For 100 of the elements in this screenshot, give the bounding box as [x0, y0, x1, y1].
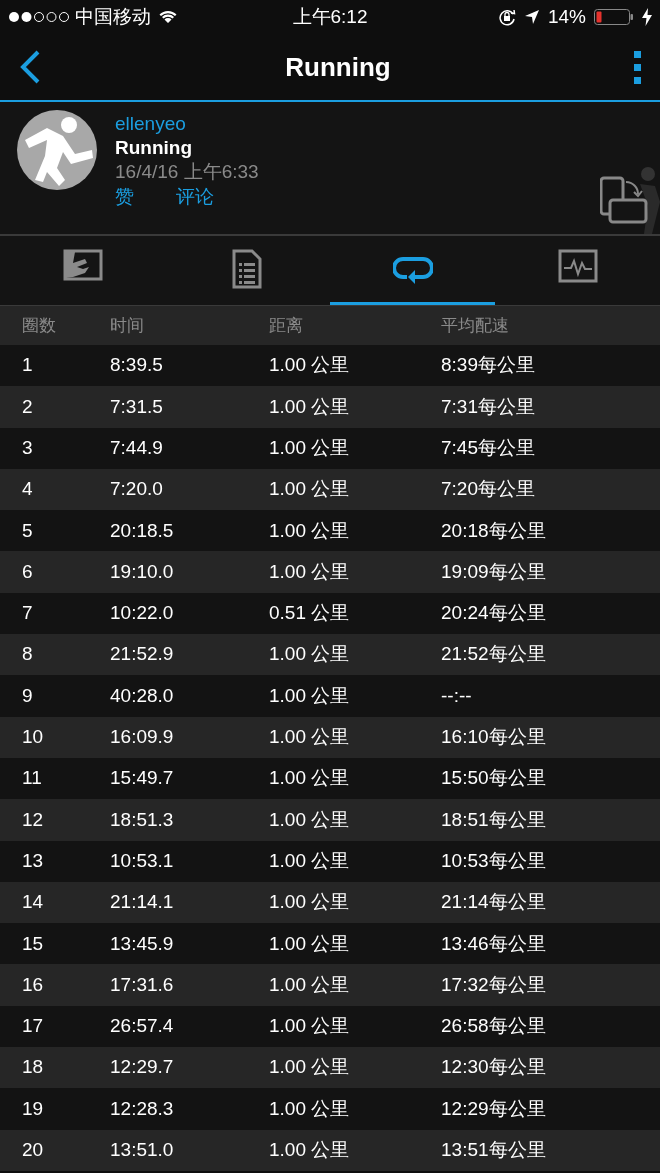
- table-cell: 7:31.5: [110, 395, 163, 417]
- table-cell: 1.00 公里: [269, 932, 350, 954]
- table-cell: 1.00 公里: [269, 437, 350, 458]
- table-cell: 17: [22, 1015, 44, 1037]
- table-cell: 5: [22, 519, 33, 541]
- table-cell: 1.00 公里: [269, 684, 350, 706]
- table-cell: 1: [22, 354, 33, 376]
- table-cell: --:--: [441, 684, 472, 706]
- charging-bolt-icon: [642, 8, 652, 26]
- table-cell: 1.00 公里: [269, 808, 350, 830]
- battery-icon: [594, 8, 634, 26]
- column-header: 平均配速: [441, 315, 509, 335]
- table-cell: 12:30每公里: [441, 1056, 546, 1078]
- table-cell: 9: [22, 684, 33, 706]
- signal-icon: [8, 11, 70, 23]
- column-header: 时间: [110, 315, 144, 335]
- table-cell: 20:18.5: [110, 519, 174, 541]
- table-cell: 12:28.3: [110, 1097, 174, 1119]
- wifi-icon: [159, 10, 177, 24]
- table-cell: 1.00 公里: [269, 643, 350, 665]
- table-cell: 0.51 公里: [269, 602, 350, 624]
- table-cell: 20: [22, 1139, 44, 1161]
- battery-percentage: 14%: [547, 4, 586, 29]
- comment-link[interactable]: 评论: [176, 184, 214, 210]
- activity-type: Running: [115, 136, 194, 160]
- table-cell: 1.00 公里: [269, 1139, 350, 1161]
- table-cell: 18:51.3: [110, 808, 174, 830]
- carrier-name: 中国移动: [75, 4, 151, 29]
- table-cell: 13:46每公里: [441, 932, 546, 954]
- table-cell: 40:28.0: [110, 684, 174, 706]
- table-cell: 3: [22, 437, 33, 458]
- table-cell: 13:45.9: [110, 932, 174, 954]
- like-link[interactable]: 赞: [115, 184, 134, 210]
- table-cell: 19: [22, 1097, 44, 1119]
- username-link[interactable]: ellenyeo: [115, 112, 259, 136]
- table-cell: 1.00 公里: [269, 726, 350, 748]
- more-options-icon[interactable]: [634, 50, 642, 84]
- table-cell: 1.00 公里: [269, 519, 350, 541]
- table-cell: 8:39.5: [110, 354, 163, 376]
- table-cell: 10:53每公里: [441, 849, 546, 871]
- table-cell: 1.00 公里: [269, 973, 350, 995]
- table-cell: 2: [22, 395, 33, 417]
- table-cell: 4: [22, 478, 33, 500]
- column-header: 距离: [269, 315, 303, 335]
- table-cell: 1.00 公里: [269, 849, 350, 871]
- table-cell: 1.00 公里: [269, 560, 350, 582]
- rotation-lock-icon: [497, 8, 516, 26]
- table-cell: 7:31每公里: [441, 395, 535, 417]
- table-cell: 1.00 公里: [269, 478, 350, 500]
- table-cell: 13: [22, 849, 44, 871]
- table-cell: 18:51每公里: [441, 808, 546, 830]
- table-cell: 21:52每公里: [441, 643, 546, 665]
- table-cell: 26:57.4: [110, 1015, 174, 1037]
- table-cell: 7:44.9: [110, 437, 163, 458]
- table-cell: 10:53.1: [110, 849, 174, 871]
- activity-date: 16/4/16 上午6:33: [115, 160, 259, 184]
- table-cell: 26:58每公里: [441, 1015, 546, 1037]
- table-cell: 8: [22, 643, 33, 665]
- table-cell: 20:18每公里: [441, 519, 546, 541]
- avatar-running-icon: [17, 110, 97, 190]
- column-header: 圈数: [22, 315, 56, 335]
- table-cell: 12:29.7: [110, 1056, 174, 1078]
- table-cell: 17:32每公里: [441, 973, 546, 995]
- table-cell: 16: [22, 973, 44, 995]
- table-cell: 7:20.0: [110, 478, 163, 500]
- table-cell: 19:10.0: [110, 560, 174, 582]
- table-cell: 14: [22, 891, 44, 913]
- table-cell: 12:29每公里: [441, 1097, 546, 1119]
- table-cell: 15: [22, 932, 44, 954]
- table-cell: 16:10每公里: [441, 726, 546, 748]
- table-cell: 21:14.1: [110, 891, 174, 913]
- table-cell: 1.00 公里: [269, 395, 350, 417]
- table-cell: 10:22.0: [110, 602, 174, 624]
- location-arrow-icon: [523, 9, 540, 25]
- table-cell: 18: [22, 1056, 44, 1078]
- table-cell: 16:09.9: [110, 726, 174, 748]
- table-cell: 13:51每公里: [441, 1139, 546, 1161]
- table-cell: 1.00 公里: [269, 1097, 350, 1119]
- table-cell: 21:14每公里: [441, 891, 546, 913]
- table-cell: 19:09每公里: [441, 560, 546, 582]
- table-cell: 7:45每公里: [441, 437, 535, 458]
- page-title: Running: [285, 50, 391, 84]
- table-cell: 17:31.6: [110, 973, 174, 995]
- table-cell: 7:20每公里: [441, 478, 535, 500]
- table-cell: 12: [22, 808, 44, 830]
- table-cell: 20:24每公里: [441, 602, 546, 624]
- table-cell: 10: [22, 726, 44, 748]
- table-cell: 8:39每公里: [441, 354, 535, 376]
- back-icon[interactable]: [18, 50, 42, 84]
- table-cell: 1.00 公里: [269, 891, 350, 913]
- table-cell: 1.00 公里: [269, 1015, 350, 1037]
- table-cell: 15:49.7: [110, 767, 174, 789]
- table-cell: 7: [22, 602, 33, 624]
- table-cell: 21:52.9: [110, 643, 174, 665]
- status-time: 上午6:12: [292, 4, 368, 29]
- table-cell: 15:50每公里: [441, 767, 546, 789]
- table-cell: 11: [22, 767, 42, 789]
- table-cell: 1.00 公里: [269, 1056, 350, 1078]
- table-cell: 13:51.0: [110, 1139, 174, 1161]
- table-cell: 1.00 公里: [269, 767, 350, 789]
